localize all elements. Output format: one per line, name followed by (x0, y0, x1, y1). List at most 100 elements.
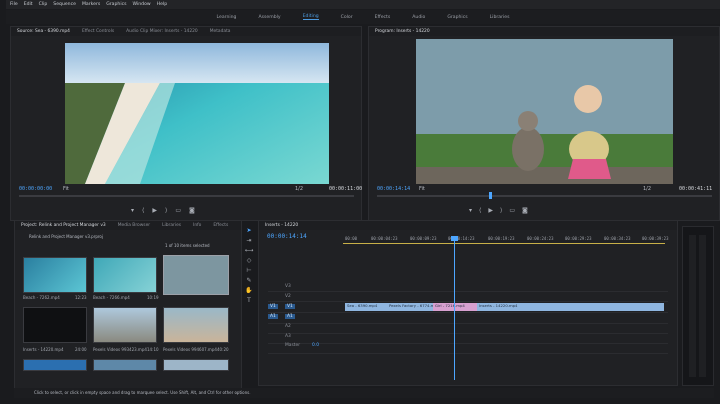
tab-media-browser[interactable]: Media Browser (118, 223, 150, 228)
track-a2[interactable] (268, 324, 668, 334)
play-icon[interactable]: ▶ (488, 207, 500, 214)
timeline-clip[interactable]: Pexels Factory - 6774.mp4 (387, 303, 433, 311)
program-fit-select[interactable]: Fit (419, 186, 425, 192)
menu-sequence[interactable]: Sequence (53, 2, 76, 7)
menu-file[interactable]: File (10, 2, 18, 7)
insert-icon[interactable]: ▭ (175, 207, 189, 214)
timeline-clip[interactable]: Inserts - 14220.mp4 (477, 303, 664, 311)
tools-panel: ➤ ⇥ ⟷ ◇ ⊢ ✎ ✋ T (243, 226, 255, 306)
mark-in-icon[interactable]: ▾ (131, 207, 142, 214)
tab-libraries[interactable]: Libraries (162, 223, 181, 228)
workspace-bar: Learning Assembly Editing Color Effects … (6, 10, 720, 24)
meter-channel-left (689, 235, 696, 377)
slip-tool-icon[interactable]: ⊢ (243, 266, 255, 276)
track-a1[interactable] (268, 314, 668, 324)
timeline-playhead[interactable] (454, 236, 455, 380)
hand-tool-icon[interactable]: ✋ (243, 286, 255, 296)
workspace-learning[interactable]: Learning (217, 15, 237, 20)
bin-item-thumbnail[interactable] (23, 307, 87, 343)
play-icon[interactable]: ▶ (152, 207, 165, 214)
tab-effect-controls[interactable]: Effect Controls (82, 29, 114, 34)
tab-program[interactable]: Program: Inserts - 14220 (375, 29, 430, 34)
track-v2[interactable] (268, 292, 668, 302)
ruler-tick-label: 00:00:24:23 (527, 236, 554, 241)
audio-meter (682, 226, 714, 386)
text-tool-icon[interactable]: T (243, 296, 255, 306)
timeline-timecode[interactable]: 00:00:14:14 (267, 233, 307, 240)
export-frame-icon[interactable]: ◙ (522, 207, 535, 214)
workspace-assembly[interactable]: Assembly (258, 15, 280, 20)
menu-edit[interactable]: Edit (24, 2, 33, 7)
timeline-clip[interactable]: Girl - 7216.mp4 (433, 303, 477, 311)
program-playhead[interactable] (489, 192, 492, 199)
source-monitor-panel: Source: Sea - 6390.mp4 Effect Controls A… (10, 26, 362, 221)
source-fit-select[interactable]: Fit (63, 186, 69, 192)
pen-tool-icon[interactable]: ✎ (243, 276, 255, 286)
timeline-clip[interactable]: Sea - 6390.mp4 (345, 303, 387, 311)
track-a3[interactable] (268, 334, 668, 344)
bin-item-thumbnail[interactable] (163, 307, 229, 343)
mark-in-icon[interactable]: ▾ (469, 207, 479, 214)
track-v3[interactable] (268, 282, 668, 292)
track-label-v1[interactable]: V1 (285, 304, 295, 309)
menu-window[interactable]: Window (133, 2, 151, 7)
track-label-master: Master (285, 343, 300, 348)
source-scrub-bar[interactable] (19, 195, 354, 197)
tab-effects[interactable]: Effects (213, 223, 228, 228)
playhead-handle[interactable] (451, 236, 458, 241)
workspace-editing[interactable]: Editing (302, 14, 319, 20)
razor-tool-icon[interactable]: ◇ (243, 256, 255, 266)
selection-tool-icon[interactable]: ➤ (243, 226, 255, 236)
step-back-icon[interactable]: ⟨ (479, 207, 488, 214)
export-frame-icon[interactable]: ◙ (189, 207, 203, 214)
tab-info[interactable]: Info (193, 223, 201, 228)
source-timecode-out: 00:00:11:00 (329, 186, 363, 192)
track-select-icon[interactable]: ⇥ (243, 236, 255, 246)
workspace-audio[interactable]: Audio (412, 15, 425, 20)
program-resolution-select[interactable]: 1/2 (643, 186, 651, 192)
ripple-edit-icon[interactable]: ⟷ (243, 246, 255, 256)
track-label-a1[interactable]: A1 (285, 314, 295, 319)
timeline-tracks (268, 282, 668, 362)
tab-source[interactable]: Source: Sea - 6390.mp4 (17, 29, 70, 34)
tab-sequence[interactable]: Inserts - 14220 (265, 223, 298, 228)
track-master[interactable] (268, 344, 668, 354)
source-patch-v1[interactable]: V1 (268, 304, 278, 309)
bin-item-thumbnail[interactable] (163, 359, 229, 371)
bin-item-thumbnail[interactable] (23, 359, 87, 371)
program-scrub-bar[interactable] (377, 195, 712, 197)
bin-item-thumbnail[interactable] (93, 359, 157, 371)
menu-help[interactable]: Help (157, 2, 167, 7)
work-area-bar[interactable] (343, 243, 665, 244)
workspace-graphics[interactable]: Graphics (447, 15, 467, 20)
master-volume[interactable]: 0.0 (312, 343, 319, 348)
source-timecode-in[interactable]: 00:00:00:00 (19, 186, 52, 192)
step-forward-icon[interactable]: ⟩ (500, 207, 509, 214)
tab-metadata[interactable]: Metadata (210, 29, 231, 34)
menu-graphics[interactable]: Graphics (106, 2, 126, 7)
program-timecode-out: 00:00:41:11 (679, 186, 713, 192)
workspace-color[interactable]: Color (341, 15, 353, 20)
workspace-libraries[interactable]: Libraries (490, 15, 510, 20)
tab-project[interactable]: Project: Relink and Project Manager v3 (21, 223, 106, 228)
source-resolution-select[interactable]: 1/2 (295, 186, 303, 192)
program-timecode-in[interactable]: 00:00:14:14 (377, 186, 410, 192)
bin-item-duration: 24:00 (75, 347, 87, 352)
menu-clip[interactable]: Clip (39, 2, 48, 7)
bin-item-thumbnail[interactable] (93, 307, 157, 343)
meter-channel-right (699, 235, 706, 377)
program-tabs: Program: Inserts - 14220 (369, 27, 719, 36)
track-label-v2: V2 (285, 294, 291, 299)
source-patch-a1[interactable]: A1 (268, 314, 278, 319)
lift-icon[interactable]: ▭ (509, 207, 522, 214)
selection-count: 1 of 10 items selected (165, 243, 210, 248)
menu-markers[interactable]: Markers (82, 2, 100, 7)
step-back-icon[interactable]: ⟨ (142, 207, 152, 214)
bin-item-thumbnail[interactable] (93, 257, 157, 293)
workspace-effects[interactable]: Effects (375, 15, 391, 20)
bin-item-thumbnail[interactable] (23, 257, 87, 293)
ruler-tick-label: 00:00:19:23 (488, 236, 515, 241)
tab-audio-clip-mixer[interactable]: Audio Clip Mixer: Inserts - 14220 (126, 29, 198, 34)
bin-item-thumbnail-selected[interactable] (163, 255, 229, 295)
step-forward-icon[interactable]: ⟩ (165, 207, 175, 214)
